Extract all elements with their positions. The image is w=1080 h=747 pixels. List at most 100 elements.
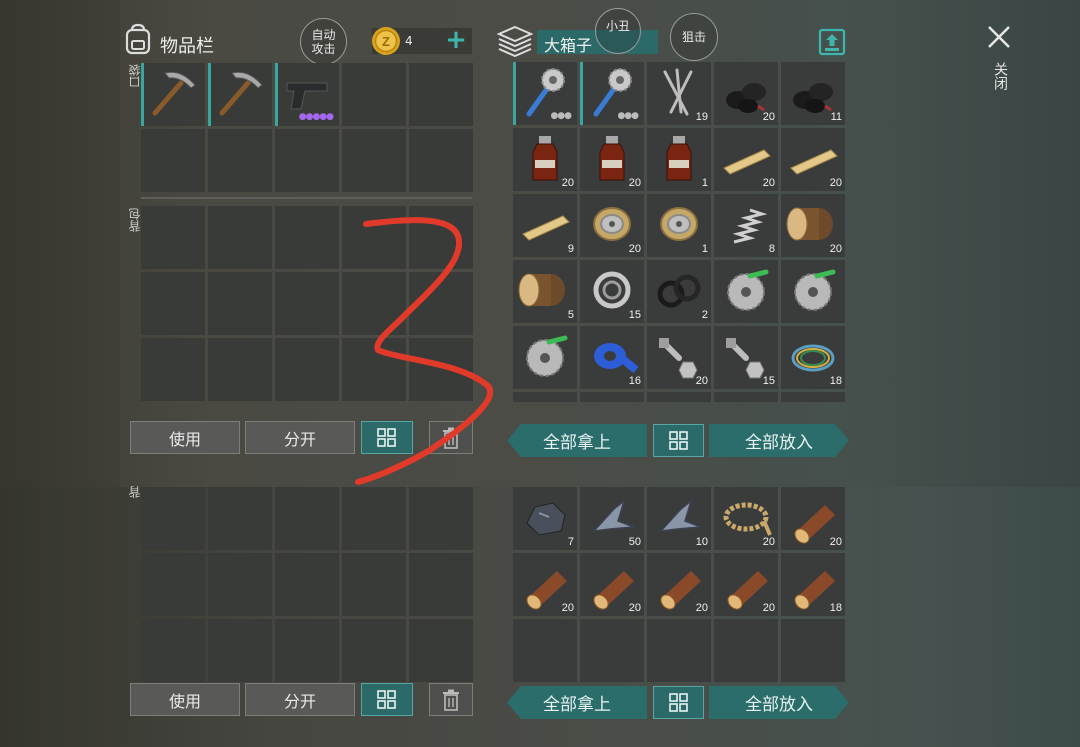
item-quantity: 20 (829, 243, 842, 255)
backpack-slot[interactable] (275, 553, 339, 616)
backpack-slot[interactable] (409, 619, 473, 682)
container-slot[interactable]: 20 (781, 487, 845, 550)
container-slot[interactable]: 18 (781, 326, 845, 389)
backpack-slot[interactable] (208, 338, 272, 401)
container-slot[interactable]: 1 (647, 194, 711, 257)
container-slot[interactable]: 2 (647, 260, 711, 323)
pocket-slot[interactable] (342, 129, 406, 192)
container-slot[interactable]: 20 (580, 553, 644, 616)
container-slot[interactable]: 10 (647, 487, 711, 550)
container-slot[interactable]: 16 (580, 326, 644, 389)
container-slot[interactable]: 20 (781, 128, 845, 191)
container-slot[interactable]: 18 (781, 553, 845, 616)
container-sort-button[interactable] (653, 424, 704, 457)
put-all-button-lower[interactable]: 全部放入 (709, 686, 849, 719)
close-label[interactable]: 关闭 (990, 62, 1010, 90)
backpack-slot[interactable] (141, 487, 205, 550)
clown-button[interactable]: 小丑 (595, 8, 641, 54)
snipe-button[interactable]: 狙击 (670, 13, 718, 61)
container-slot[interactable]: 20 (714, 487, 778, 550)
container-slot[interactable] (781, 619, 845, 682)
container-slot[interactable]: 50 (580, 487, 644, 550)
container-slot[interactable]: 20 (513, 128, 577, 191)
backpack-slot[interactable] (208, 487, 272, 550)
container-slot[interactable] (714, 260, 778, 323)
put-all-button[interactable]: 全部放入 (709, 424, 849, 457)
auto-attack-button[interactable]: 自动 攻击 (300, 18, 347, 65)
container-slot[interactable] (781, 260, 845, 323)
backpack-slot[interactable] (208, 206, 272, 269)
backpack-slot[interactable] (141, 206, 205, 269)
backpack-slot[interactable] (141, 619, 205, 682)
backpack-slot[interactable] (141, 272, 205, 335)
use-button[interactable]: 使用 (130, 421, 240, 454)
add-coins-button[interactable]: + (444, 27, 468, 53)
pocket-slot[interactable] (141, 129, 205, 192)
pocket-slot[interactable] (208, 63, 272, 126)
container-slot[interactable]: 20 (513, 553, 577, 616)
backpack-slot[interactable] (208, 553, 272, 616)
backpack-slot[interactable] (342, 619, 406, 682)
pocket-divider (141, 197, 472, 199)
container-slot[interactable]: 9 (513, 194, 577, 257)
container-slot[interactable]: 20 (647, 553, 711, 616)
container-slot[interactable] (513, 326, 577, 389)
container-sort-button-lower[interactable] (653, 686, 704, 719)
pocket-slot[interactable] (275, 129, 339, 192)
container-slot[interactable]: 8 (714, 194, 778, 257)
pocket-slot[interactable]: ●●●●● (275, 63, 339, 126)
backpack-slot[interactable] (208, 619, 272, 682)
backpack-slot[interactable] (275, 272, 339, 335)
container-slot[interactable]: ●●● (580, 62, 644, 125)
container-slot[interactable]: 20 (580, 128, 644, 191)
container-slot[interactable] (580, 392, 644, 402)
pocket-slot[interactable] (342, 63, 406, 126)
use-button-lower[interactable]: 使用 (130, 683, 240, 716)
container-slot[interactable]: ●●● (513, 62, 577, 125)
backpack-slot[interactable] (342, 553, 406, 616)
container-slot[interactable] (647, 619, 711, 682)
backpack-slot[interactable] (275, 206, 339, 269)
container-slot[interactable]: 5 (513, 260, 577, 323)
pocket-slot[interactable] (208, 129, 272, 192)
container-slot[interactable]: 11 (781, 62, 845, 125)
container-slot[interactable] (513, 392, 577, 402)
container-slot[interactable] (714, 392, 778, 402)
backpack-slot[interactable] (275, 487, 339, 550)
backpack-slot[interactable] (409, 553, 473, 616)
container-slot[interactable] (647, 392, 711, 402)
container-slot[interactable]: 15 (714, 326, 778, 389)
pocket-slot[interactable] (409, 129, 473, 192)
close-icon[interactable] (986, 24, 1012, 50)
trash-button-lower[interactable] (429, 683, 473, 716)
container-slot[interactable]: 20 (647, 326, 711, 389)
container-slot[interactable]: 19 (647, 62, 711, 125)
container-slot[interactable]: 20 (580, 194, 644, 257)
container-slot[interactable]: 20 (714, 62, 778, 125)
take-all-button[interactable]: 全部拿上 (507, 424, 647, 457)
split-button-lower[interactable]: 分开 (245, 683, 355, 716)
sort-button-lower[interactable] (361, 683, 413, 716)
saw-blade-icon (714, 260, 778, 323)
container-slot[interactable]: 20 (714, 128, 778, 191)
container-slot[interactable] (580, 619, 644, 682)
container-slot[interactable]: 20 (781, 194, 845, 257)
backpack-slot[interactable] (275, 338, 339, 401)
trash-icon (443, 689, 459, 711)
split-button[interactable]: 分开 (245, 421, 355, 454)
container-slot[interactable] (513, 619, 577, 682)
container-slot[interactable]: 1 (647, 128, 711, 191)
pocket-slot[interactable] (409, 63, 473, 126)
container-slot[interactable]: 7 (513, 487, 577, 550)
take-all-button-lower[interactable]: 全部拿上 (507, 686, 647, 719)
backpack-slot[interactable] (141, 553, 205, 616)
container-slot[interactable] (781, 392, 845, 402)
container-slot[interactable] (714, 619, 778, 682)
container-slot[interactable]: 20 (714, 553, 778, 616)
backpack-slot[interactable] (275, 619, 339, 682)
backpack-slot[interactable] (208, 272, 272, 335)
backpack-slot[interactable] (141, 338, 205, 401)
pocket-slot[interactable] (141, 63, 205, 126)
upload-icon[interactable] (818, 28, 846, 56)
container-slot[interactable]: 15 (580, 260, 644, 323)
